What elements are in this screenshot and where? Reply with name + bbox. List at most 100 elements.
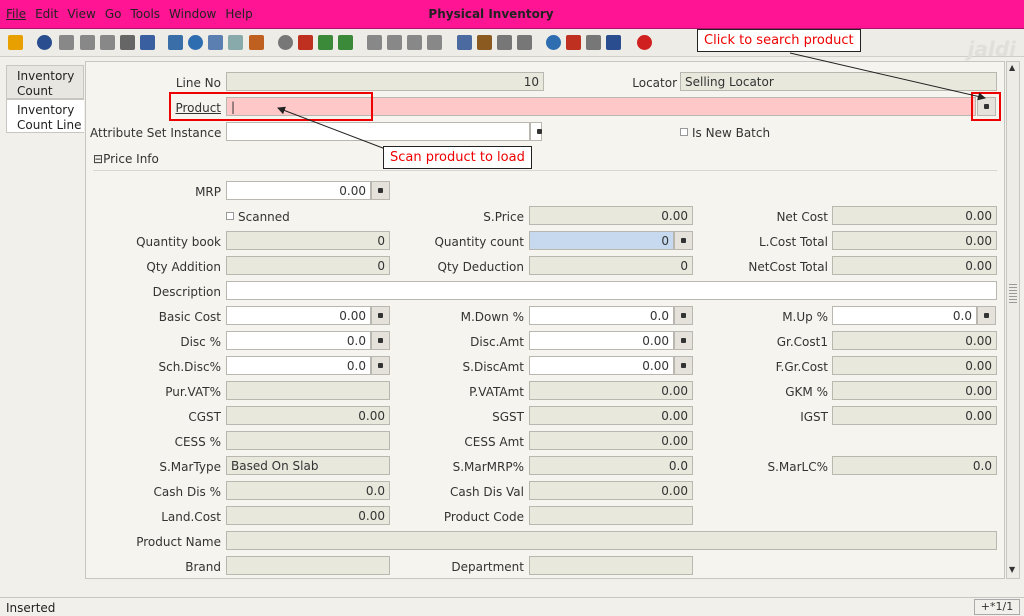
disc-amt-calculator-button[interactable] [674, 331, 693, 350]
smartype-field[interactable]: Based On Slab [226, 456, 390, 475]
chat-icon[interactable] [228, 35, 243, 50]
sprice-field[interactable]: 0.00 [529, 206, 693, 225]
grcost1-field[interactable]: 0.00 [832, 331, 997, 350]
request-icon[interactable] [586, 35, 601, 50]
mup-field[interactable]: 0.0 [832, 306, 977, 325]
print-icon[interactable] [517, 35, 532, 50]
disc-calculator-button[interactable] [371, 331, 390, 350]
mup-calculator-button[interactable] [977, 306, 996, 325]
attribute-set-dropdown[interactable] [530, 122, 542, 141]
sch-disc-field[interactable]: 0.0 [226, 356, 371, 375]
net-cost-label: Net Cost [776, 210, 828, 224]
sdisc-amt-calculator-button[interactable] [674, 356, 693, 375]
sdisc-amt-field[interactable]: 0.00 [529, 356, 674, 375]
scroll-up-icon[interactable]: ▲ [1009, 64, 1018, 72]
detail-icon[interactable] [338, 35, 353, 50]
next-record-icon[interactable] [407, 35, 422, 50]
pvat-amt-field[interactable]: 0.00 [529, 381, 693, 400]
mrp-field[interactable]: 0.00 [226, 181, 371, 200]
net-cost-field[interactable]: 0.00 [832, 206, 997, 225]
workflow-icon[interactable] [566, 35, 581, 50]
report-icon[interactable] [457, 35, 472, 50]
qty-addition-field[interactable]: 0 [226, 256, 390, 275]
product-name-field[interactable] [226, 531, 997, 550]
status-bar: Inserted +*1/1 [0, 597, 1024, 616]
new-record-icon[interactable] [59, 35, 74, 50]
attachment-icon[interactable] [208, 35, 223, 50]
sgst-field[interactable]: 0.00 [529, 406, 693, 425]
gkm-label: GKM % [785, 385, 828, 399]
cash-dis-field[interactable]: 0.0 [226, 481, 390, 500]
cess-field[interactable] [226, 431, 390, 450]
home-icon[interactable] [298, 35, 313, 50]
line-no-field[interactable]: 10 [226, 72, 544, 91]
scroll-grip[interactable] [1009, 284, 1017, 304]
pur-vat-field[interactable] [226, 381, 390, 400]
product-info-icon[interactable] [606, 35, 621, 50]
smarmrp-field[interactable]: 0.0 [529, 456, 693, 475]
qty-addition-label: Qty Addition [146, 260, 221, 274]
gkm-field[interactable]: 0.00 [832, 381, 997, 400]
lcost-total-field[interactable]: 0.00 [832, 231, 997, 250]
jaldi-logo: jaldi [967, 37, 1016, 61]
mdown-calculator-button[interactable] [674, 306, 693, 325]
vertical-scrollbar[interactable]: ▲ ▼ [1006, 61, 1020, 579]
scanned-checkbox[interactable]: Scanned [226, 210, 290, 224]
product-code-field[interactable] [529, 506, 693, 525]
delete-selection-icon[interactable] [120, 35, 135, 50]
is-new-batch-checkbox[interactable]: Is New Batch [680, 126, 770, 140]
qty-count-field[interactable]: 0 [529, 231, 674, 250]
parent-icon[interactable] [318, 35, 333, 50]
locator-field[interactable]: Selling Locator [680, 72, 997, 91]
qty-deduction-field[interactable]: 0 [529, 256, 693, 275]
department-field[interactable] [529, 556, 693, 575]
last-record-icon[interactable] [427, 35, 442, 50]
attribute-set-field[interactable] [226, 122, 530, 141]
price-info-label: Price Info [103, 152, 159, 166]
mrp-calculator-button[interactable] [371, 181, 390, 200]
refresh-icon[interactable] [168, 35, 183, 50]
close-window-icon[interactable] [637, 35, 652, 50]
copy-record-icon[interactable] [80, 35, 95, 50]
brand-label: Brand [185, 560, 221, 574]
description-field[interactable] [226, 281, 997, 300]
sch-disc-calculator-button[interactable] [371, 356, 390, 375]
zoom-across-icon[interactable] [546, 35, 561, 50]
cgst-field[interactable]: 0.00 [226, 406, 390, 425]
mdown-field[interactable]: 0.0 [529, 306, 674, 325]
igst-field[interactable]: 0.00 [832, 406, 997, 425]
qty-count-calculator-button[interactable] [674, 231, 693, 250]
scroll-down-icon[interactable]: ▼ [1009, 566, 1018, 574]
qty-book-field[interactable]: 0 [226, 231, 390, 250]
undo-icon[interactable] [8, 35, 23, 50]
price-info-header[interactable]: ⊟Price Info [93, 152, 997, 171]
disc-label: Disc % [180, 335, 221, 349]
tab-inventory-count-line[interactable]: Inventory Count Line [6, 99, 84, 133]
disc-amt-field[interactable]: 0.00 [529, 331, 674, 350]
save-icon[interactable] [140, 35, 155, 50]
cash-dis-val-field[interactable]: 0.00 [529, 481, 693, 500]
previous-record-icon[interactable] [387, 35, 402, 50]
basic-cost-field[interactable]: 0.00 [226, 306, 371, 325]
basic-cost-calculator-button[interactable] [371, 306, 390, 325]
cash-dis-label: Cash Dis % [153, 485, 221, 499]
toolbar: jaldi [0, 29, 1024, 61]
land-cost-field[interactable]: 0.00 [226, 506, 390, 525]
first-record-icon[interactable] [367, 35, 382, 50]
help-icon[interactable] [37, 35, 52, 50]
fgrcost-field[interactable]: 0.00 [832, 356, 997, 375]
grid-toggle-icon[interactable] [249, 35, 264, 50]
archive-icon[interactable] [477, 35, 492, 50]
product-code-label: Product Code [443, 510, 524, 524]
smarlc-field[interactable]: 0.0 [832, 456, 997, 475]
find-icon[interactable] [188, 35, 203, 50]
brand-field[interactable] [226, 556, 390, 575]
disc-field[interactable]: 0.0 [226, 331, 371, 350]
cess-amt-field[interactable]: 0.00 [529, 431, 693, 450]
history-icon[interactable] [278, 35, 293, 50]
netcost-total-field[interactable]: 0.00 [832, 256, 997, 275]
print-preview-icon[interactable] [497, 35, 512, 50]
tab-inventory-count[interactable]: Inventory Count [6, 65, 84, 99]
record-indicator[interactable]: +*1/1 [974, 599, 1020, 615]
delete-icon[interactable] [100, 35, 115, 50]
